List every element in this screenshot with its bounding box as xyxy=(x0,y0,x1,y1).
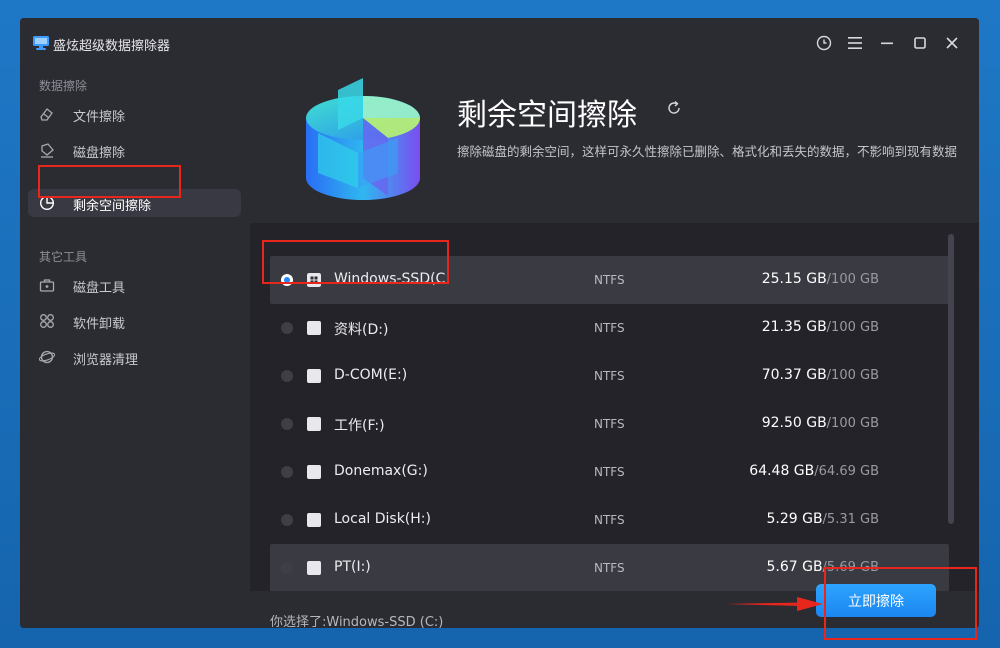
drive-radio[interactable] xyxy=(281,370,293,382)
close-icon xyxy=(946,37,958,49)
drive-name: Local Disk(H:) xyxy=(334,511,431,527)
sidebar-item-disk-erase[interactable]: 磁盘擦除 xyxy=(28,136,241,164)
menu-button[interactable] xyxy=(844,32,866,54)
drive-used: 25.15 GB xyxy=(761,271,827,287)
drive-filesystem: NTFS xyxy=(594,417,625,431)
annotation-box-drive-c xyxy=(262,240,449,284)
sidebar-item-software-uninstall[interactable]: 软件卸载 xyxy=(28,307,241,335)
selected-drive-text: 你选择了:Windows-SSD (C:) xyxy=(270,615,444,628)
apps-grid-icon xyxy=(40,314,54,328)
eraser-icon xyxy=(40,108,53,121)
minimize-button[interactable] xyxy=(876,32,898,54)
sidebar-item-file-erase[interactable]: 文件擦除 xyxy=(28,100,241,128)
drive-size: 21.35 GB/100 GB xyxy=(762,319,879,335)
drive-used: 70.37 GB xyxy=(761,367,827,383)
drive-name: PT(I:) xyxy=(334,559,371,575)
drive-radio[interactable] xyxy=(281,466,293,478)
annotation-arrow-icon xyxy=(725,597,823,611)
drive-icon xyxy=(307,561,321,575)
drive-filesystem: NTFS xyxy=(594,513,625,527)
sidebar: 数据擦除 文件擦除 磁盘擦除 剩余空间擦除 其它工具 磁盘工具 软件卸载 浏览器… xyxy=(20,68,250,628)
sidebar-item-browser-cleanup[interactable]: 浏览器清理 xyxy=(28,343,241,371)
browser-globe-icon xyxy=(39,350,55,364)
drive-used: 21.35 GB xyxy=(761,319,827,335)
drive-total: /100 GB xyxy=(826,272,879,287)
sidebar-item-label: 浏览器清理 xyxy=(73,353,139,368)
refresh-icon[interactable] xyxy=(666,100,682,116)
drive-radio[interactable] xyxy=(281,562,293,574)
drive-filesystem: NTFS xyxy=(594,321,625,335)
drive-total: /100 GB xyxy=(826,416,879,431)
app-title: 盛炫超级数据擦除器 xyxy=(53,39,171,54)
clock-icon xyxy=(816,35,832,51)
drive-size: 70.37 GB/100 GB xyxy=(762,367,879,383)
close-button[interactable] xyxy=(941,32,963,54)
drive-total: /64.69 GB xyxy=(814,464,879,479)
drive-row-d[interactable]: 资料(D:) NTFS 21.35 GB/100 GB xyxy=(270,304,949,352)
annotation-box-sidebar xyxy=(38,165,181,198)
sidebar-item-label: 文件擦除 xyxy=(73,110,126,125)
drive-name: Donemax(G:) xyxy=(334,463,428,479)
drive-used: 64.48 GB xyxy=(749,463,815,479)
drive-radio[interactable] xyxy=(281,514,293,526)
drive-used: 92.50 GB xyxy=(761,415,827,431)
drive-used: 5.29 GB xyxy=(766,511,823,527)
sidebar-item-label: 软件卸载 xyxy=(73,317,126,332)
drive-icon xyxy=(307,417,321,431)
section-label-data-erase: 数据擦除 xyxy=(39,79,88,93)
maximize-icon xyxy=(914,37,926,49)
page-title: 剩余空间擦除 xyxy=(457,98,637,133)
drive-list-scrollbar[interactable] xyxy=(948,234,954,524)
hamburger-menu-icon xyxy=(848,37,862,49)
drive-name: D-COM(E:) xyxy=(334,367,408,383)
drive-row-h[interactable]: Local Disk(H:) NTFS 5.29 GB/5.31 GB xyxy=(270,496,949,544)
history-button[interactable] xyxy=(813,32,835,54)
drive-row-g[interactable]: Donemax(G:) NTFS 64.48 GB/64.69 GB xyxy=(270,448,949,496)
main-panel: 剩余空间擦除 擦除磁盘的剩余空间，这样可永久性擦除已删除、格式化和丢失的数据，不… xyxy=(250,68,979,628)
disk-pie-chart-icon xyxy=(306,78,421,200)
sidebar-item-label: 磁盘擦除 xyxy=(73,146,126,161)
drive-radio[interactable] xyxy=(281,418,293,430)
annotation-box-erase-button xyxy=(824,567,977,640)
title-bar: 盛炫超级数据擦除器 xyxy=(20,18,979,68)
toolbox-icon xyxy=(39,279,55,292)
drive-total: /100 GB xyxy=(826,368,879,383)
drive-used: 5.67 GB xyxy=(766,559,823,575)
drive-row-e[interactable]: D-COM(E:) NTFS 70.37 GB/100 GB xyxy=(270,352,949,400)
app-window: 盛炫超级数据擦除器 数据擦除 文件擦除 磁盘擦除 剩余空间擦除 其它工具 磁盘工… xyxy=(20,18,979,628)
minimize-icon xyxy=(881,42,893,45)
drive-total: /100 GB xyxy=(826,320,879,335)
sidebar-item-label: 磁盘工具 xyxy=(73,281,126,296)
drive-total: /5.31 GB xyxy=(822,512,879,527)
drive-icon xyxy=(307,321,321,335)
disk-eraser-icon xyxy=(41,143,54,158)
drive-row-f[interactable]: 工作(F:) NTFS 92.50 GB/100 GB xyxy=(270,400,949,448)
drive-filesystem: NTFS xyxy=(594,369,625,383)
drive-size: 64.48 GB/64.69 GB xyxy=(749,463,879,479)
monitor-app-icon xyxy=(33,36,49,50)
drive-name: 资料(D:) xyxy=(334,322,389,338)
drive-filesystem: NTFS xyxy=(594,273,625,287)
drive-size: 92.50 GB/100 GB xyxy=(762,415,879,431)
drive-icon xyxy=(307,465,321,479)
drive-radio[interactable] xyxy=(281,322,293,334)
drive-name: 工作(F:) xyxy=(334,418,385,434)
drive-size: 25.15 GB/100 GB xyxy=(762,271,879,287)
drive-icon xyxy=(307,513,321,527)
section-label-other-tools: 其它工具 xyxy=(39,250,88,264)
drive-icon xyxy=(307,369,321,383)
drive-filesystem: NTFS xyxy=(594,561,625,575)
drive-size: 5.29 GB/5.31 GB xyxy=(766,511,879,527)
sidebar-item-disk-tools[interactable]: 磁盘工具 xyxy=(28,271,241,299)
maximize-button[interactable] xyxy=(909,32,931,54)
drive-filesystem: NTFS xyxy=(594,465,625,479)
page-description: 擦除磁盘的剩余空间，这样可永久性擦除已删除、格式化和丢失的数据，不影响到现有数据 xyxy=(457,144,958,159)
